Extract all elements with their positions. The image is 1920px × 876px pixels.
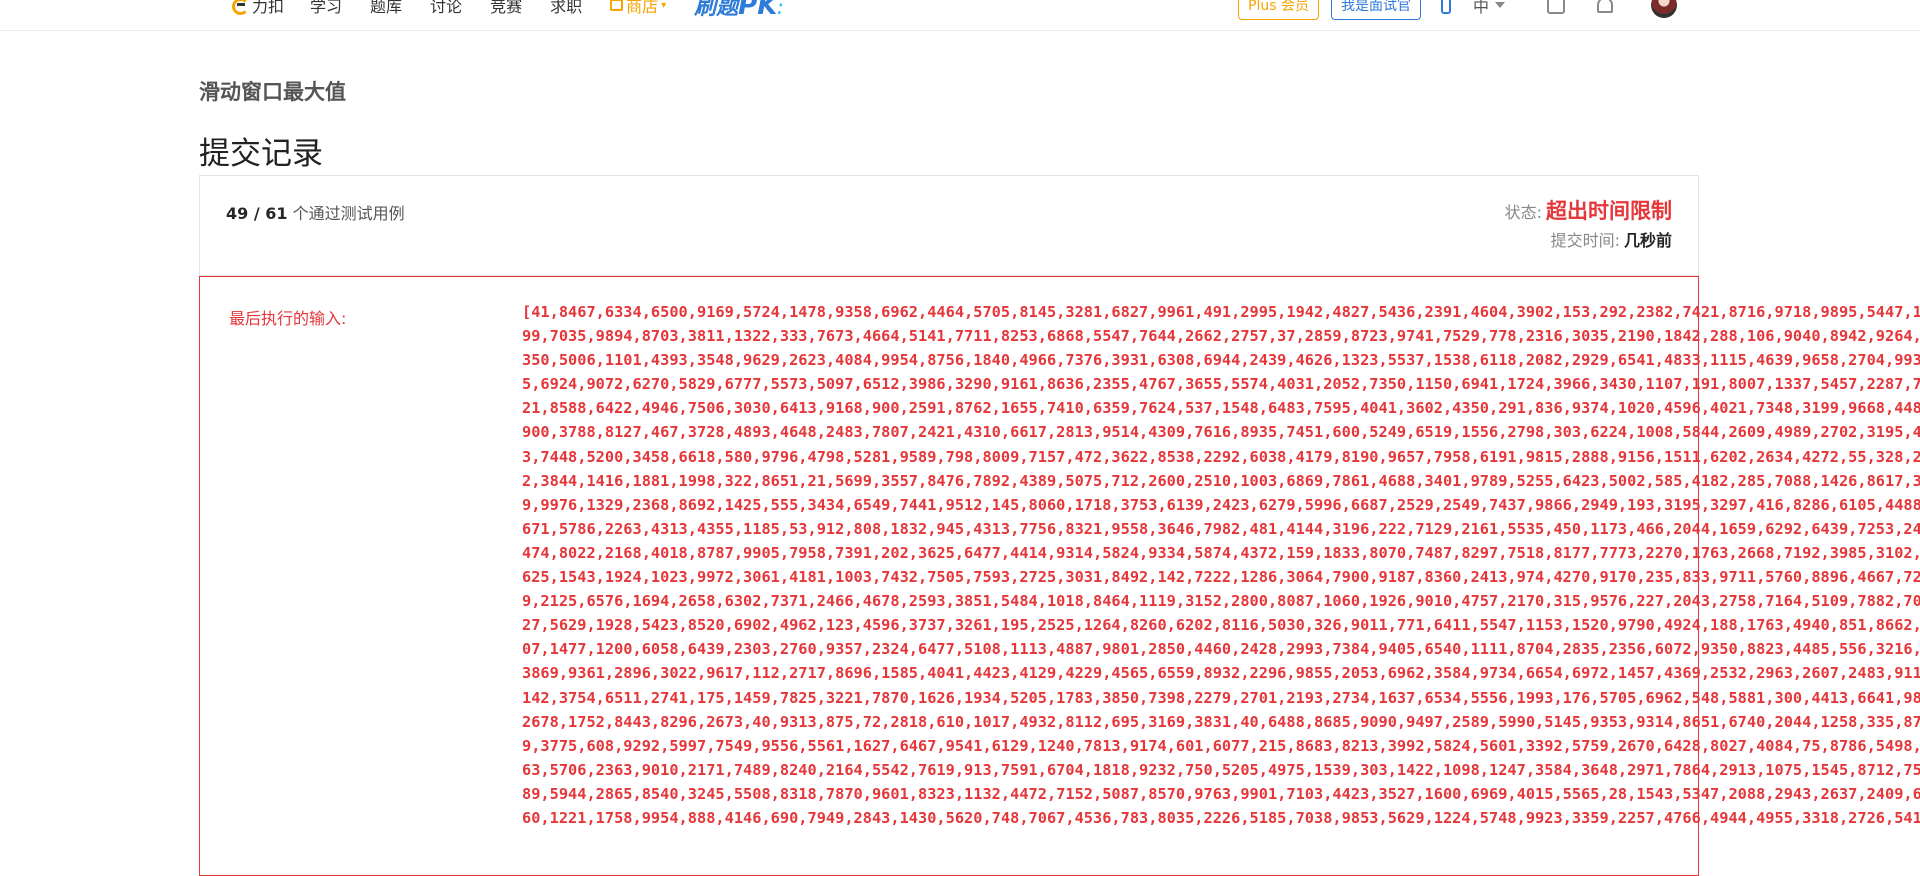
input-line: 900,3788,8127,467,3728,4893,4648,2483,78… bbox=[522, 423, 1920, 442]
status-value: 超出时间限制 bbox=[1546, 199, 1672, 223]
plus-member-button[interactable]: Plus 会员 bbox=[1238, 0, 1319, 20]
submit-time-line: 提交时间: 几秒前 bbox=[1551, 227, 1672, 251]
passed-testcases: 49 / 61 个通过测试用例 bbox=[226, 200, 405, 224]
input-line: 21,8588,6422,4946,7506,3030,6413,9168,90… bbox=[522, 399, 1920, 418]
nav-item-contest[interactable]: 竞赛 bbox=[490, 0, 522, 17]
input-line: 89,5944,2865,8540,3245,5508,8318,7870,96… bbox=[522, 784, 1920, 803]
input-line: 3869,9361,2896,3022,9617,112,2717,8696,1… bbox=[522, 664, 1920, 683]
input-line: [41,8467,6334,6500,9169,5724,1478,9358,6… bbox=[522, 303, 1920, 321]
submit-time-label: 提交时间: bbox=[1550, 231, 1620, 250]
input-line: 07,1477,1200,6058,6439,2303,2760,9357,23… bbox=[522, 640, 1920, 659]
nav-item-problems[interactable]: 题库 bbox=[370, 0, 402, 17]
avatar[interactable] bbox=[1650, 0, 1677, 18]
leetcode-logo-icon bbox=[230, 0, 249, 15]
interviewer-button[interactable]: 我是面试官 bbox=[1330, 0, 1421, 20]
input-line: 27,5629,1928,5423,8520,6902,4962,123,459… bbox=[522, 616, 1920, 635]
pk-text: 刷题 bbox=[694, 0, 739, 20]
chevron-down-icon[interactable] bbox=[1494, 2, 1505, 8]
nav-left: 力扣 学习 题库 讨论 竞赛 求职 商店 ▾ 刷题PK⁚ bbox=[230, 0, 783, 21]
input-line: 99,7035,9894,8703,3811,1322,333,7673,466… bbox=[522, 327, 1920, 346]
last-input-label: 最后执行的输入: bbox=[229, 309, 347, 328]
passed-suffix: 个通过测试用例 bbox=[292, 204, 405, 223]
playground-icon[interactable] bbox=[1546, 0, 1565, 14]
bell-icon[interactable] bbox=[1596, 0, 1613, 13]
nav-item-discuss[interactable]: 讨论 bbox=[430, 0, 462, 17]
nav-item-jobs[interactable]: 求职 bbox=[550, 0, 582, 17]
pk-dots-icon: ⁚ bbox=[777, 2, 783, 18]
shop-label: 商店 bbox=[626, 0, 659, 16]
input-line: 671,5786,2263,4313,4355,1185,53,912,808,… bbox=[522, 519, 1920, 538]
last-input-value[interactable]: [41,8467,6334,6500,9169,5724,1478,9358,6… bbox=[522, 300, 1920, 860]
top-navbar: 力扣 学习 题库 讨论 竞赛 求职 商店 ▾ 刷题PK⁚ Plus 会员 我是面… bbox=[0, 0, 1920, 31]
shop-icon bbox=[610, 0, 624, 11]
input-line: 60,1221,1758,9954,888,4146,690,7949,2843… bbox=[522, 808, 1920, 827]
submission-summary-card: 49 / 61 个通过测试用例 状态: 超出时间限制 提交时间: 几秒前 bbox=[199, 175, 1699, 276]
input-line: 5,6924,9072,6270,5829,6777,5573,5097,651… bbox=[522, 375, 1920, 394]
input-line: 9,9976,1329,2368,8692,1425,555,3434,6549… bbox=[522, 495, 1920, 514]
phone-icon[interactable] bbox=[1440, 0, 1451, 14]
input-line: 142,3754,6511,2741,175,1459,7825,3221,78… bbox=[522, 688, 1920, 707]
page-title: 提交记录 bbox=[199, 136, 323, 172]
brush-pk-logo[interactable]: 刷题PK⁚ bbox=[694, 0, 783, 21]
nav-right: Plus 会员 我是面试官 中 bbox=[1238, 0, 1677, 22]
language-selector[interactable]: 中 bbox=[1473, 0, 1489, 17]
passed-count: 49 / 61 bbox=[226, 204, 288, 223]
status-label: 状态: bbox=[1504, 203, 1542, 222]
nav-item-learn[interactable]: 学习 bbox=[310, 0, 342, 17]
status-line: 状态: 超出时间限制 bbox=[1505, 195, 1672, 225]
input-line: 63,5706,2363,9010,2171,7489,8240,2164,55… bbox=[522, 760, 1920, 779]
problem-title[interactable]: 滑动窗口最大值 bbox=[199, 76, 346, 106]
input-line: 9,3775,608,9292,5997,7549,9556,5561,1627… bbox=[522, 736, 1920, 755]
input-line: 474,8022,2168,4018,8787,9905,7958,7391,2… bbox=[522, 543, 1920, 562]
input-line: 9,2125,6576,1694,2658,6302,7371,2466,467… bbox=[522, 592, 1920, 611]
input-line: 3,7448,5200,3458,6618,580,9796,4798,5281… bbox=[522, 447, 1920, 466]
input-line: 2678,1752,8443,8296,2673,40,9313,875,72,… bbox=[522, 712, 1920, 731]
pk-suffix: PK bbox=[738, 0, 778, 21]
input-line: 350,5006,1101,4393,3548,9629,2623,4084,9… bbox=[522, 351, 1920, 370]
input-line: 625,1543,1924,1023,9972,3061,4181,1003,7… bbox=[522, 568, 1920, 587]
logo-text: 力扣 bbox=[252, 0, 285, 16]
leetcode-logo[interactable]: 力扣 bbox=[230, 0, 284, 17]
input-line: 2,3844,1416,1881,1998,322,8651,21,5699,3… bbox=[522, 471, 1920, 490]
nav-item-shop[interactable]: 商店 ▾ bbox=[610, 0, 666, 17]
chevron-down-icon: ▾ bbox=[661, 0, 667, 11]
submit-time-value: 几秒前 bbox=[1623, 231, 1672, 250]
